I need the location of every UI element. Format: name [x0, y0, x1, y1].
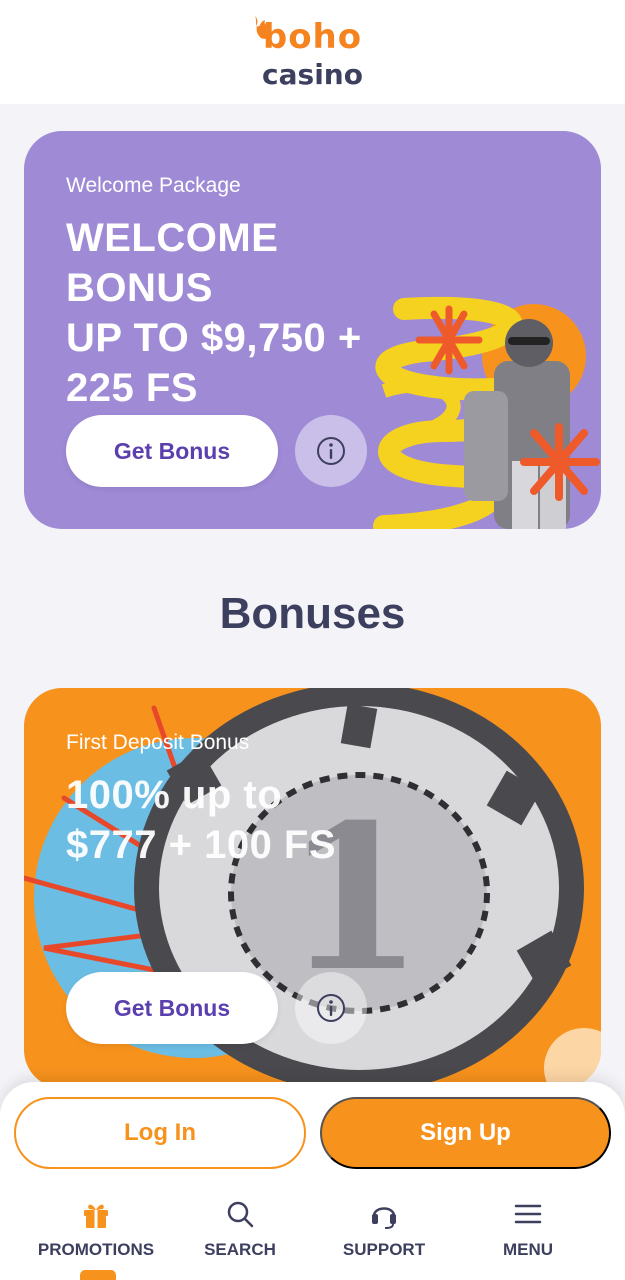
- nav-item-support[interactable]: SUPPORT: [309, 1190, 459, 1280]
- welcome-info-button[interactable]: [295, 415, 367, 487]
- bottom-nav: PROMOTIONS SEARCH SUPPORT MENU: [0, 1190, 625, 1280]
- first-deposit-get-bonus-button[interactable]: Get Bonus: [66, 972, 278, 1044]
- welcome-title-line: BONUS: [66, 266, 213, 310]
- logo[interactable]: boho casino: [243, 12, 383, 92]
- nav-label: PROMOTIONS: [37, 1240, 155, 1259]
- welcome-title-line: UP TO $9,750 +: [66, 316, 362, 360]
- logo-boho-text: boho: [262, 17, 363, 57]
- gift-icon: [84, 1204, 108, 1228]
- nav-item-promotions[interactable]: PROMOTIONS: [21, 1190, 171, 1280]
- welcome-card-title: WELCOME BONUS UP TO $9,750 + 225 FS: [66, 213, 396, 413]
- info-icon: [317, 994, 345, 1022]
- welcome-card-subtitle: Welcome Package: [66, 174, 241, 197]
- info-icon: [317, 437, 345, 465]
- section-title: Bonuses: [219, 589, 406, 638]
- first-deposit-info-button[interactable]: [295, 972, 367, 1044]
- nav-item-search[interactable]: SEARCH: [165, 1190, 315, 1280]
- nav-label: SUPPORT: [342, 1240, 426, 1259]
- header: boho casino: [0, 0, 625, 104]
- hamburger-icon: [514, 1204, 542, 1224]
- nav-active-indicator: [80, 1270, 116, 1280]
- first-deposit-title: 100% up to $777 + 100 FS: [66, 770, 426, 870]
- logo-casino-text: casino: [262, 58, 363, 91]
- login-button[interactable]: Log In: [14, 1097, 306, 1169]
- search-icon: [227, 1201, 254, 1228]
- nav-item-menu[interactable]: MENU: [453, 1190, 603, 1280]
- welcome-bonus-card: Welcome Package WELCOME BONUS UP TO $9,7…: [24, 131, 601, 529]
- headset-icon: [372, 1207, 396, 1229]
- bottom-bar: Log In Sign Up PROMOTIONS SEARCH SUPPORT…: [0, 1082, 625, 1280]
- signup-button[interactable]: Sign Up: [320, 1097, 611, 1169]
- welcome-title-line: WELCOME: [66, 216, 279, 260]
- welcome-get-bonus-button[interactable]: Get Bonus: [66, 415, 278, 487]
- nav-label: SEARCH: [204, 1240, 276, 1259]
- first-deposit-bonus-card: 1 First Deposit Bonus 100% up to $777 + …: [24, 688, 601, 1088]
- welcome-title-line: 225 FS: [66, 366, 198, 410]
- first-deposit-title-line: $777 + 100 FS: [66, 823, 337, 867]
- first-deposit-title-line: 100% up to: [66, 773, 283, 817]
- nav-label: MENU: [502, 1240, 554, 1259]
- first-deposit-subtitle: First Deposit Bonus: [66, 731, 250, 754]
